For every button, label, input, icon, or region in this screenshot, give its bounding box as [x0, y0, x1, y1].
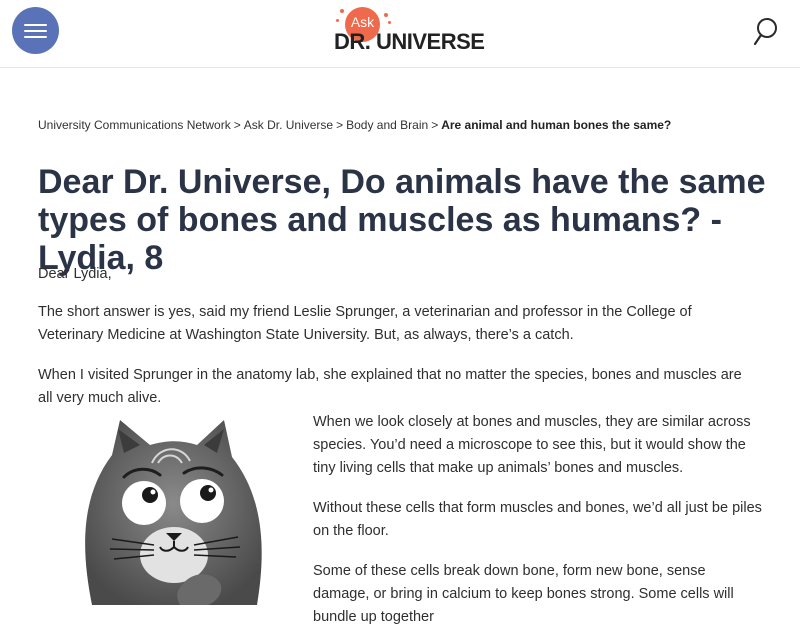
search-icon: [753, 18, 777, 46]
breadcrumb-separator: >: [431, 118, 439, 132]
article-title: Dear Dr. Universe, Do animals have the s…: [38, 163, 766, 277]
menu-button[interactable]: [12, 7, 59, 54]
article-greeting: Dear Lydia,: [38, 266, 112, 282]
site-logo[interactable]: Ask DR. UNIVERSE: [334, 5, 485, 61]
article-paragraph: When we look closely at bones and muscle…: [313, 414, 751, 476]
logo-sparkle: [340, 9, 344, 13]
cat-illustration-icon: [85, 420, 262, 605]
breadcrumb-link-ask-dr-universe[interactable]: Ask Dr. Universe: [244, 118, 333, 132]
logo-ask-text: Ask: [350, 14, 375, 30]
dr-universe-cat-illustration: [72, 415, 272, 605]
logo-sparkle: [336, 19, 339, 22]
hamburger-menu-icon-bar: [24, 36, 47, 38]
logo-sparkle: [384, 13, 388, 17]
breadcrumb: University Communications Network > Ask Dr…: [38, 118, 671, 132]
logo-text: DR. UNIVERSE: [334, 29, 485, 54]
breadcrumb-link-body-and-brain[interactable]: Body and Brain: [346, 118, 428, 132]
hamburger-menu-icon: [24, 24, 47, 26]
logo-sparkle: [388, 21, 391, 24]
article-paragraph: Without these cells that form muscles an…: [313, 500, 762, 539]
article-paragraph: The short answer is yes, said my friend …: [38, 304, 692, 343]
breadcrumb-separator: >: [233, 118, 241, 132]
site-header: Ask DR. UNIVERSE: [0, 0, 800, 68]
article-paragraph: Some of these cells break down bone, for…: [313, 563, 734, 625]
breadcrumb-separator: >: [336, 118, 344, 132]
search-button[interactable]: [752, 16, 780, 48]
breadcrumb-link-ucn[interactable]: University Communications Network: [38, 118, 231, 132]
breadcrumb-current: Are animal and human bones the same?: [441, 118, 672, 132]
hamburger-menu-icon-bar: [24, 30, 47, 32]
article-paragraph: When I visited Sprunger in the anatomy l…: [38, 367, 742, 406]
